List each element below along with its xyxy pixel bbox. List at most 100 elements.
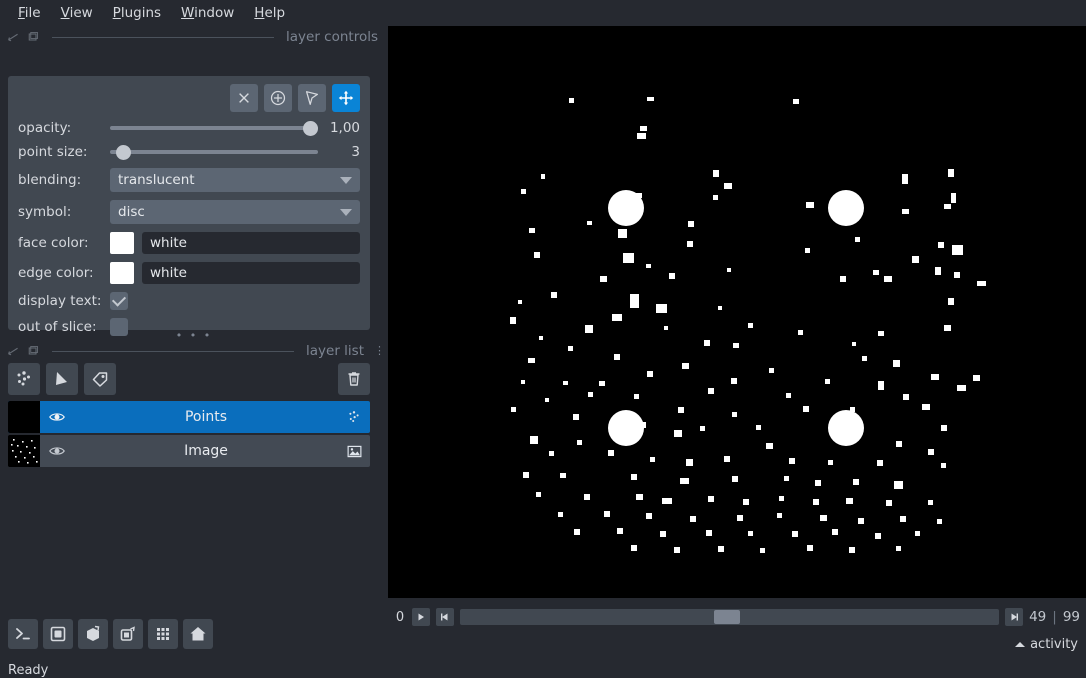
opacity-slider[interactable] [110,120,318,136]
layer-list: Points Image [8,401,370,469]
out-of-slice-checkbox[interactable] [110,318,128,336]
menu-bar: File View Plugins Window Help [0,0,1086,26]
edge-color-value: white [150,265,187,281]
face-color-input[interactable]: white [142,232,360,254]
layer-controls-dock-title: layer controls [0,26,388,48]
display-text-field [110,292,360,310]
edge-color-swatch[interactable] [110,262,134,284]
canvas-content [388,26,1086,598]
menu-view[interactable]: View [51,2,103,24]
layer-controls-title: layer controls [286,29,378,45]
viewer-tool-buttons [8,619,213,649]
blending-value: translucent [118,172,195,188]
add-points-button[interactable] [264,84,292,112]
new-points-layer-button[interactable] [8,363,40,395]
face-color-swatch[interactable] [110,232,134,254]
dimension-slider-bar: 0 49 | 99 [388,604,1086,630]
toggle-3d-button[interactable] [78,619,108,649]
edge-color-label: edge color: [18,265,94,281]
dock-options-icon[interactable]: ⋮ [374,345,385,356]
close-dock-icon[interactable] [26,30,40,44]
console-button[interactable] [8,619,38,649]
dimension-slider-thumb[interactable] [713,610,740,624]
out-of-slice-label: out of slice: [18,319,97,335]
chevron-up-icon [1015,642,1026,647]
toggle-2d-button[interactable] [43,619,73,649]
face-color-field: white [110,232,360,254]
left-dock: layer controls opacity: 1,00 point size:… [0,26,388,678]
play-button[interactable] [412,608,430,626]
blending-field: translucent [110,168,360,192]
edge-color-field: white [110,262,360,284]
dimension-separator: | [1052,609,1057,625]
roll-dimensions-button[interactable] [113,619,143,649]
point-size-slider[interactable] [110,144,318,160]
chevron-down-icon [340,176,352,184]
layer-row-points[interactable]: Points [8,401,370,433]
reset-view-button[interactable] [183,619,213,649]
layer-thumbnail-image [8,435,40,467]
status-text: Ready [8,663,49,678]
face-color-value: white [150,235,187,251]
symbol-field: disc [110,200,360,224]
dimension-slider-track[interactable] [460,609,1000,625]
layer-visibility-toggle-points[interactable] [40,408,74,426]
float-dock-icon[interactable] [6,30,20,44]
activity-toggle[interactable]: activity [1015,637,1078,652]
opacity-label: opacity: [18,120,72,136]
new-labels-layer-button[interactable] [84,363,116,395]
delete-layer-button[interactable] [338,363,370,395]
pan-zoom-button[interactable] [332,84,360,112]
opacity-slider-groove [110,126,318,130]
check-icon [111,292,127,307]
dimension-axis-label: 0 [395,609,405,625]
dock-divider [52,36,274,38]
new-shapes-layer-button[interactable] [46,363,78,395]
step-to-last-button[interactable] [1005,608,1024,626]
menu-help[interactable]: Help [244,2,295,24]
blending-select[interactable]: translucent [110,168,360,192]
close-dock-icon[interactable] [26,344,40,358]
layer-controls-panel: opacity: 1,00 point size: 3 blending: tr… [8,76,370,336]
opacity-value: 1,00 [329,120,360,136]
point-size-value: 3 [351,144,360,160]
dock-splitter-handle[interactable]: • • • [176,330,212,341]
layer-type-icon-image [338,443,370,460]
float-dock-icon[interactable] [6,344,20,358]
layer-row-image[interactable]: Image [8,435,370,467]
layer-name-image: Image [184,443,228,459]
symbol-label: symbol: [18,204,72,220]
display-text-checkbox[interactable] [110,292,128,310]
out-of-slice-field [110,318,360,336]
blending-label: blending: [18,172,82,188]
layer-tool-buttons [8,363,370,395]
opacity-field: 1,00 [110,120,360,136]
opacity-slider-handle[interactable] [303,120,318,136]
symbol-value: disc [118,204,145,220]
menu-file[interactable]: File [8,2,51,24]
points-controls-grid: opacity: 1,00 point size: 3 blending: tr… [18,120,360,336]
dimension-max-value: 99 [1062,609,1080,625]
point-size-slider-handle[interactable] [116,144,132,160]
select-points-button[interactable] [298,84,326,112]
dimension-current-value: 49 [1029,609,1047,625]
menu-window[interactable]: Window [171,2,244,24]
layer-visibility-toggle-image[interactable] [40,442,74,460]
delete-selected-points-button[interactable] [230,84,258,112]
symbol-select[interactable]: disc [110,200,360,224]
layer-type-icon-points [338,409,370,425]
napari-canvas[interactable] [388,26,1086,598]
menu-plugins[interactable]: Plugins [103,2,171,24]
chevron-down-icon [340,208,352,216]
dock-divider [52,350,294,352]
napari-viewer-window: File View Plugins Window Help layer cont… [0,0,1086,678]
layer-list-dock-title: layer list ⋮ [0,340,388,362]
transpose-dimensions-button[interactable] [148,619,178,649]
point-size-slider-groove [110,150,318,154]
step-to-first-button[interactable] [436,608,454,626]
layer-thumbnail-points [8,401,40,433]
canvas-background [388,26,1086,598]
activity-label: activity [1030,637,1078,652]
point-size-field: 3 [110,144,360,160]
edge-color-input[interactable]: white [142,262,360,284]
